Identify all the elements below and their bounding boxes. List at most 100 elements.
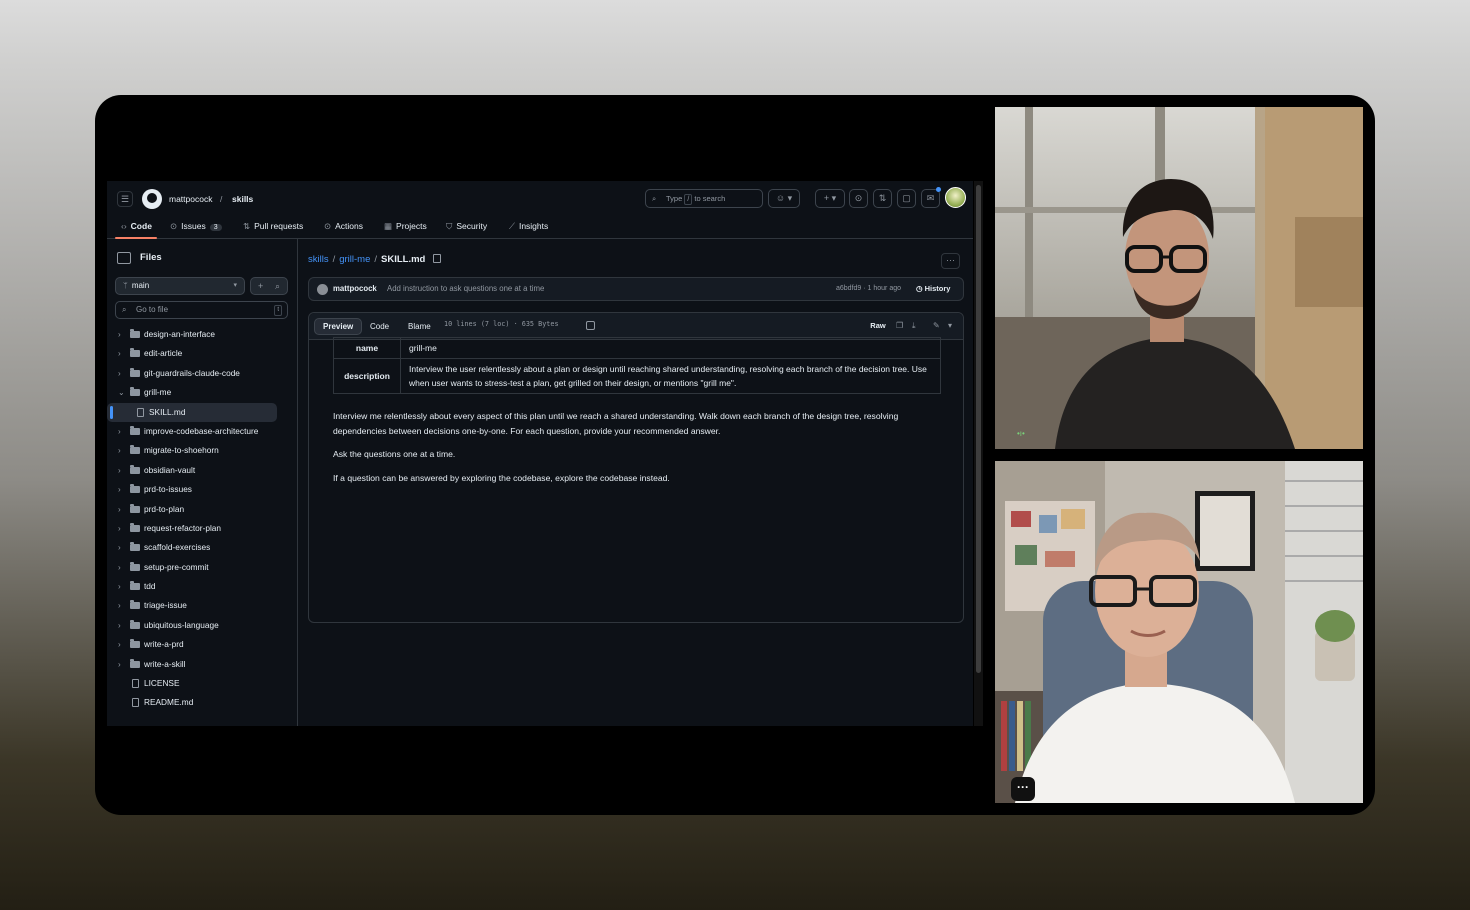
chevron-right-icon[interactable]: › — [118, 364, 121, 383]
chevron-down-icon[interactable]: ▾ — [948, 318, 952, 333]
chevron-right-icon[interactable]: › — [118, 635, 121, 654]
sidebar-title: Files — [140, 252, 162, 263]
tree-item-label: improve-codebase-architecture — [144, 425, 259, 436]
participant-menu-button[interactable]: ··· — [1011, 777, 1035, 801]
shared-screen-scrollbar[interactable] — [974, 181, 983, 726]
chevron-right-icon[interactable]: › — [118, 344, 121, 363]
commit-sha-time[interactable]: a6bdfd9 · 1 hour ago — [836, 278, 901, 300]
tree-item[interactable]: › prd-to-plan — [107, 500, 297, 519]
tree-item-label: git-guardrails-claude-code — [144, 367, 240, 378]
scrollbar-thumb[interactable] — [976, 185, 981, 673]
chevron-right-icon[interactable]: › — [118, 480, 121, 499]
chevron-right-icon[interactable]: › — [118, 577, 121, 596]
tree-item[interactable]: › triage-issue — [107, 596, 297, 615]
add-file-button[interactable]: + ⌕ — [250, 277, 288, 295]
create-new-button[interactable]: + ▾ — [815, 189, 845, 208]
breadcrumb-repo-link[interactable]: skills — [308, 254, 329, 265]
search-input[interactable]: ⌕ Type / to search — [645, 189, 763, 208]
chevron-right-icon[interactable]: › — [118, 441, 121, 460]
raw-button[interactable]: Raw — [865, 318, 891, 335]
plus-icon: + — [823, 193, 830, 203]
tab-pull-requests[interactable]: ⇅ Pull requests — [243, 221, 303, 232]
tree-item[interactable]: › edit-article — [107, 344, 297, 363]
tree-item[interactable]: › git-guardrails-claude-code — [107, 364, 297, 383]
tab-code-view[interactable]: Code — [362, 319, 397, 336]
tab-projects[interactable]: ▦ Projects — [384, 221, 427, 232]
tree-item[interactable]: › tdd — [107, 577, 297, 596]
tree-item[interactable]: LICENSE — [107, 674, 297, 693]
tree-item[interactable]: SKILL.md — [107, 402, 277, 422]
repositories-icon[interactable]: ▢ — [897, 189, 916, 208]
chevron-right-icon[interactable]: › — [118, 325, 121, 344]
tree-item[interactable]: › migrate-to-shoehorn — [107, 441, 297, 460]
commit-author[interactable]: mattpocock — [333, 278, 377, 300]
branch-icon: ᛘ — [123, 281, 128, 290]
more-options-button[interactable]: ··· — [941, 253, 960, 269]
github-logo-icon[interactable] — [142, 189, 162, 209]
tab-blame[interactable]: Blame — [400, 319, 439, 336]
chevron-right-icon[interactable]: › — [118, 655, 121, 674]
pull-request-icon: ⇅ — [243, 221, 251, 231]
tree-item[interactable]: › improve-codebase-architecture — [107, 422, 297, 441]
tree-item[interactable]: › write-a-prd — [107, 635, 297, 654]
tree-item-label: write-a-skill — [144, 658, 186, 669]
download-icon[interactable]: ⤓ — [912, 318, 916, 333]
copilot-button[interactable]: ☺ ▾ — [768, 189, 800, 208]
repo-name-link[interactable]: skills — [232, 194, 253, 204]
copy-path-icon[interactable] — [433, 254, 442, 263]
chevron-right-icon[interactable]: › — [118, 461, 121, 480]
tab-issues[interactable]: ⊙ Issues 3 — [170, 221, 222, 232]
shield-icon: ⛉ — [446, 221, 453, 231]
tab-actions[interactable]: ⊙ Actions — [324, 221, 363, 232]
table-row: description Interview the user relentles… — [333, 358, 941, 394]
tree-item[interactable]: README.md — [107, 693, 297, 712]
tab-security[interactable]: ⛉ Security — [446, 221, 487, 232]
search-icon[interactable]: ⌕ — [275, 278, 280, 294]
chevron-right-icon[interactable]: › — [118, 422, 121, 441]
chevron-right-icon[interactable]: › — [118, 558, 121, 577]
sidebar-collapse-icon[interactable] — [117, 252, 131, 264]
tree-item[interactable]: › prd-to-issues — [107, 480, 297, 499]
history-button[interactable]: ◷ History — [916, 278, 950, 300]
chevron-right-icon[interactable]: › — [118, 519, 121, 538]
go-to-file-input[interactable]: ⌕ Go to file t — [115, 301, 288, 319]
go-to-file-shortcut: t — [274, 305, 282, 316]
tree-item[interactable]: ⌄ grill-me — [107, 383, 297, 402]
tree-item[interactable]: › setup-pre-commit — [107, 558, 297, 577]
file-viewer: Preview Code Blame 10 lines (7 loc) · 63… — [308, 312, 964, 623]
tree-item-label: prd-to-plan — [144, 503, 185, 514]
pencil-icon[interactable]: ✎ — [933, 318, 940, 333]
tree-item-label: prd-to-issues — [144, 484, 192, 495]
chevron-down-icon: ▾ — [233, 282, 237, 289]
branch-selector[interactable]: ᛘ main ▾ — [115, 277, 245, 295]
tab-insights[interactable]: ⟋ Insights — [509, 221, 548, 232]
issues-icon[interactable]: ⊙ — [849, 189, 868, 208]
tab-preview[interactable]: Preview — [314, 318, 363, 335]
tree-item[interactable]: › scaffold-exercises — [107, 538, 297, 557]
issues-count-badge: 3 — [209, 224, 222, 231]
symbols-icon[interactable] — [586, 321, 595, 330]
commit-message[interactable]: Add instruction to ask questions one at … — [387, 278, 544, 300]
tree-item[interactable]: › ubiquitous-language — [107, 616, 297, 635]
tree-item[interactable]: › write-a-skill — [107, 655, 297, 674]
repo-owner-link[interactable]: mattpocock — [169, 194, 212, 204]
tab-code[interactable]: ‹› Code — [121, 221, 152, 231]
chevron-right-icon[interactable]: › — [118, 616, 121, 635]
notification-dot — [936, 187, 941, 192]
plus-icon: + — [258, 281, 264, 291]
chevron-right-icon[interactable]: › — [118, 538, 121, 557]
copilot-icon: ☺ — [775, 193, 786, 203]
tree-item[interactable]: › obsidian-vault — [107, 461, 297, 480]
tree-item[interactable]: › request-refactor-plan — [107, 519, 297, 538]
copy-icon[interactable]: ❐ — [896, 318, 903, 333]
user-avatar[interactable] — [945, 187, 966, 208]
breadcrumb-folder-link[interactable]: grill-me — [339, 254, 370, 265]
pull-requests-icon[interactable]: ⇅ — [873, 189, 892, 208]
chevron-down-icon[interactable]: ⌄ — [118, 383, 125, 402]
folder-icon — [130, 484, 140, 494]
tree-item[interactable]: › design-an-interface — [107, 325, 297, 344]
chevron-right-icon[interactable]: › — [118, 596, 121, 615]
chevron-right-icon[interactable]: › — [118, 500, 121, 519]
folder-icon — [130, 619, 140, 629]
menu-icon[interactable]: ☰ — [117, 191, 133, 207]
